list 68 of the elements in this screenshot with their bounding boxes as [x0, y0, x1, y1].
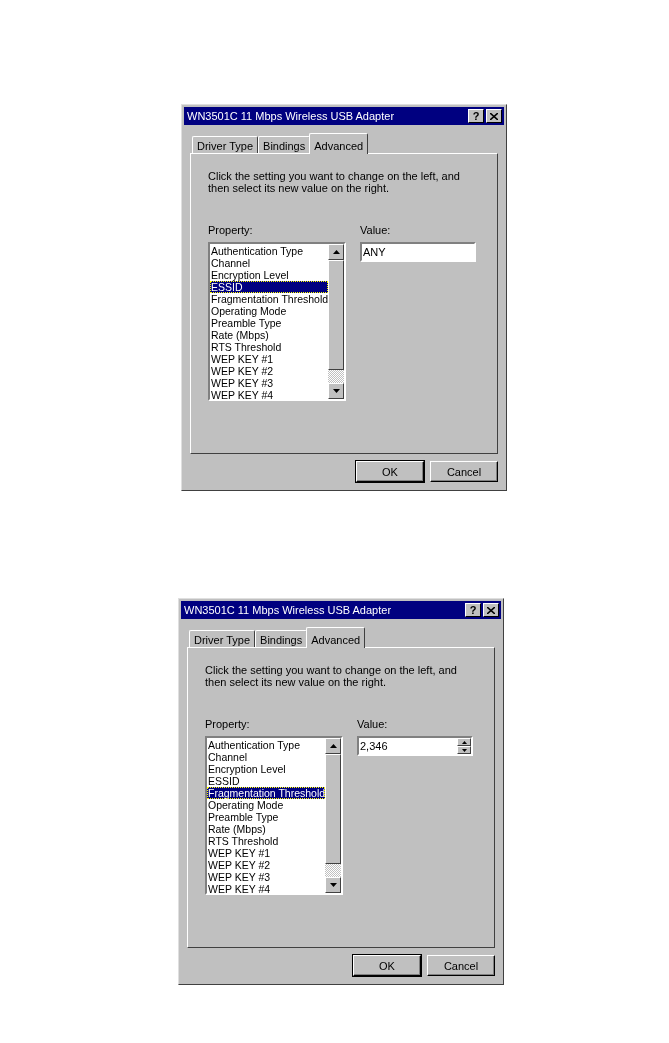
instruction-text: Click the setting you want to change on the left, and then select its new value on the right.	[208, 170, 461, 194]
list-item[interactable]: Authentication Type	[210, 245, 329, 257]
list-item[interactable]: Operating Mode	[207, 799, 326, 811]
tab[interactable]: Driver Type	[192, 136, 259, 153]
ok-button[interactable]: OK	[353, 955, 421, 976]
list-item[interactable]: WEP KEY #3	[207, 871, 326, 883]
close-button[interactable]	[486, 109, 502, 123]
window-title: WN3501C 11 Mbps Wireless USB Adapter	[184, 604, 393, 616]
list-item[interactable]: RTS Threshold	[207, 835, 326, 847]
list-item[interactable]: WEP KEY #4	[210, 389, 329, 401]
list-item[interactable]: Encryption Level	[210, 269, 329, 281]
list-item[interactable]: Rate (Mbps)	[210, 329, 329, 341]
property-label: Property:	[205, 718, 251, 730]
scroll-down-button[interactable]	[325, 877, 342, 893]
value-label: Value:	[357, 718, 389, 730]
down-arrow-icon	[329, 883, 337, 887]
list-item[interactable]: Preamble Type	[207, 811, 326, 823]
help-button[interactable]: ?	[468, 109, 484, 123]
close-icon	[487, 606, 495, 614]
property-list[interactable]: Authentication Type Channel Encryption Level ESSID Fragmentation Threshold Operating Mode Preamble Type Rate (Mbps) RTS Threshold WEP KEY #1 WEP KEY #2 WEP KEY #3 WEP KEY #4	[208, 242, 346, 401]
list-item[interactable]: WEP KEY #4	[207, 883, 326, 895]
cancel-button[interactable]: Cancel	[430, 461, 498, 482]
scroll-up-button[interactable]	[325, 738, 342, 754]
scrollbar-thumb[interactable]	[328, 260, 345, 370]
list-item[interactable]: Operating Mode	[210, 305, 329, 317]
tab[interactable]: Bindings	[255, 630, 308, 647]
value-label: Value:	[360, 224, 392, 236]
ok-button[interactable]: OK	[356, 461, 424, 482]
down-arrow-icon	[461, 748, 467, 752]
list-item[interactable]: WEP KEY #1	[210, 353, 329, 365]
scrollbar-thumb[interactable]	[325, 754, 342, 864]
tab[interactable]: Advanced	[309, 133, 369, 154]
list-item[interactable]: WEP KEY #2	[207, 859, 326, 871]
tab[interactable]: Bindings	[258, 136, 311, 153]
help-button[interactable]: ?	[465, 603, 481, 617]
list-item[interactable]: Encryption Level	[207, 763, 326, 775]
list-item[interactable]: WEP KEY #3	[210, 377, 329, 389]
up-arrow-icon	[329, 744, 337, 748]
tab[interactable]: Driver Type	[189, 630, 256, 647]
up-arrow-icon	[461, 740, 467, 744]
instruction-text: Click the setting you want to change on the left, and then select its new value on the right.	[205, 664, 458, 688]
list-item[interactable]: WEP KEY #2	[210, 365, 329, 377]
close-icon	[490, 112, 498, 120]
list-item[interactable]: ESSID	[210, 281, 329, 293]
value-spin-field[interactable]: 2,346	[357, 736, 473, 756]
list-item[interactable]: Fragmentation Threshold	[207, 787, 326, 799]
cancel-button[interactable]: Cancel	[427, 955, 495, 976]
scrollbar-track[interactable]	[328, 370, 345, 383]
scroll-up-button[interactable]	[328, 244, 345, 260]
scrollbar-track[interactable]	[325, 864, 342, 877]
up-arrow-icon	[332, 250, 340, 254]
list-item[interactable]: Rate (Mbps)	[207, 823, 326, 835]
close-button[interactable]	[483, 603, 499, 617]
list-item[interactable]: ESSID	[207, 775, 326, 787]
down-arrow-icon	[332, 389, 340, 393]
list-item[interactable]: Fragmentation Threshold	[210, 293, 329, 305]
list-item[interactable]: Authentication Type	[207, 739, 326, 751]
property-list[interactable]: Authentication Type Channel Encryption Level ESSID Fragmentation Threshold Operating Mode Preamble Type Rate (Mbps) RTS Threshold WEP KEY #1 WEP KEY #2 WEP KEY #3 WEP KEY #4	[205, 736, 343, 895]
property-label: Property:	[208, 224, 254, 236]
list-item[interactable]: RTS Threshold	[210, 341, 329, 353]
list-item[interactable]: Channel	[210, 257, 329, 269]
value-field[interactable]: ANY	[360, 242, 476, 262]
scroll-down-button[interactable]	[328, 383, 345, 399]
list-item[interactable]: Preamble Type	[210, 317, 329, 329]
window-title: WN3501C 11 Mbps Wireless USB Adapter	[187, 110, 396, 122]
tab[interactable]: Advanced	[306, 627, 366, 648]
list-item[interactable]: WEP KEY #1	[207, 847, 326, 859]
list-item[interactable]: Channel	[207, 751, 326, 763]
